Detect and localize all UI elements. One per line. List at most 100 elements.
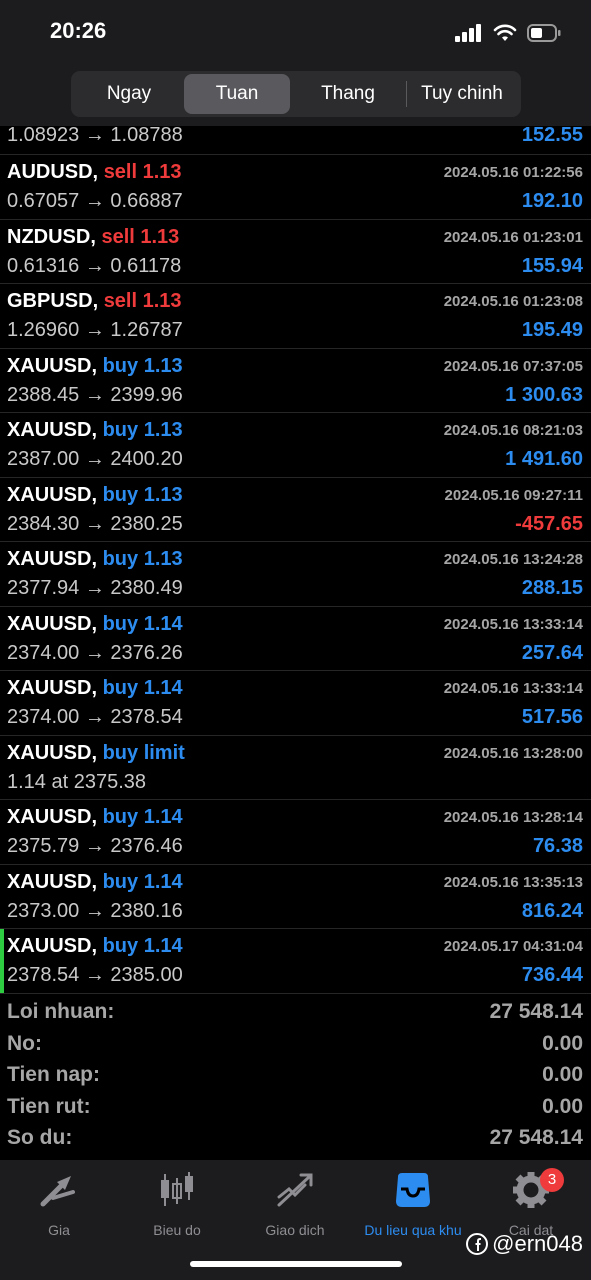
history-row[interactable]: AUDUSD, sell 1.13 2024.05.16 01:22:56 0.67… [0,155,591,220]
row-side: buy limit [103,742,185,764]
history-row[interactable]: XAUUSD, buy 1.13 2024.05.16 13:24:28 2377.… [0,542,591,607]
tab-history[interactable]: Du lieu qua khu [354,1170,472,1238]
row-prices: 2388.45 → 2399.96 [7,383,183,406]
row-time: 2024.05.17 04:31:04 [443,938,583,955]
row-profit: 192.10 [521,190,583,212]
row-prices: 2384.30 → 2380.25 [7,512,183,535]
summary-row: Loi nhuan: 27 548.14 [0,996,591,1028]
history-row[interactable]: XAUUSD, buy 1.13 2024.05.16 07:37:05 2388.… [0,349,591,413]
tab-label: Gia [48,1222,70,1238]
row-prices: 0.61316 → 0.61178 [7,254,182,277]
summary-label: Loi nhuan: [7,1000,115,1023]
row-profit: 1 300.63 [505,383,583,406]
summary-row: Tien rut: 0.00 [0,1091,591,1123]
row-side: buy 1.13 [103,419,183,441]
row-side: buy 1.14 [103,613,183,635]
tab-label: Du lieu qua khu [364,1222,462,1238]
row-title: AUDUSD, sell 1.13 [7,161,182,184]
row-symbol: XAUUSD, [7,483,98,506]
row-side-type: buy [102,677,139,699]
row-symbol: XAUUSD, [7,741,98,764]
history-row[interactable]: XAUUSD, buy 1.14 2024.05.16 13:33:14 2374.… [0,671,591,736]
row-symbol: XAUUSD, [7,354,98,377]
row-side-type: buy [102,419,139,441]
history-row[interactable]: XAUUSD, buy 1.13 2024.05.16 09:27:11 2384.… [0,478,591,542]
selection-marker [0,929,4,993]
period-tab-month[interactable]: Thang [290,74,406,114]
battery-icon [527,24,561,42]
row-volume: 1.14 [143,612,183,635]
history-row[interactable]: XAUUSD, buy 1.14 2024.05.17 04:31:04 2378.… [0,929,591,994]
row-side: sell 1.13 [104,161,182,183]
watermark-text: @ern048 [492,1231,583,1256]
row-profit: 1 491.60 [505,448,583,470]
tab-chart[interactable]: Bieu do [118,1170,236,1238]
row-symbol: XAUUSD, [7,806,98,828]
row-profit: 736.44 [521,964,583,986]
period-tab-week[interactable]: Tuan [184,74,290,114]
history-row[interactable]: GBPUSD, sell 1.13 2024.05.16 01:23:08 1.26… [0,284,591,349]
tab-settings[interactable]: 3 Cai dat [472,1168,590,1238]
history-row[interactable]: XAUUSD, buy 1.14 2024.05.16 13:35:13 2373.… [0,865,591,929]
row-side: buy 1.14 [103,806,183,828]
row-side: sell 1.13 [104,290,182,312]
notification-badge: 3 [540,1168,564,1192]
summary-value: 0.00 [542,1031,583,1055]
row-side: buy 1.14 [103,871,183,893]
row-symbol: XAUUSD, [7,935,98,957]
row-symbol: XAUUSD, [7,677,98,699]
row-side-type: buy [102,354,139,377]
row-volume: 1.14 [143,806,183,828]
row-symbol: XAUUSD, [7,548,98,570]
quotes-icon [40,1176,75,1207]
row-profit: 257.64 [521,641,583,664]
tab-label: Bieu do [153,1222,201,1238]
row-symbol: NZDUSD, [7,225,96,248]
row-title: NZDUSD, sell 1.13 [7,226,179,249]
row-volume: 1.14 [143,935,183,957]
row-profit: 76.38 [532,835,583,857]
row-volume: 1.13 [143,419,183,441]
row-prices: 2377.94 → 2380.49 [7,577,183,599]
history-icon [396,1173,430,1207]
row-side-type: buy limit [102,741,185,764]
row-side-type: sell [103,161,138,183]
summary-value: 0.00 [542,1094,583,1118]
row-symbol: AUDUSD, [7,161,99,183]
history-row[interactable]: NZDUSD, sell 1.13 2024.05.16 01:23:01 0.61… [0,220,591,284]
row-side-type: buy [102,483,139,506]
row-title: XAUUSD, buy 1.14 [7,806,183,829]
row-volume: 1.13 [142,161,182,183]
row-title: XAUUSD, buy limit [7,742,185,765]
row-time: 2024.05.16 13:28:14 [443,809,583,826]
row-side-type: buy [102,612,139,635]
summary-label: So du: [7,1126,73,1149]
row-title: XAUUSD, buy 1.14 [7,613,183,636]
period-tab-custom[interactable]: Tuy chinh [407,74,517,114]
history-row[interactable]: XAUUSD, buy 1.13 2024.05.16 08:21:03 2387.… [0,413,591,478]
row-side-type: sell [103,290,138,312]
history-row[interactable]: XAUUSD, buy 1.14 2024.05.16 13:28:14 2375.… [0,800,591,865]
row-side: sell 1.13 [101,226,179,248]
row-side-type: buy [102,548,139,570]
trade-icon [277,1173,313,1207]
row-time: 2024.05.16 07:37:05 [443,357,583,375]
row-volume: 1.14 [143,677,183,699]
row-symbol: XAUUSD, [7,870,98,893]
row-title: XAUUSD, buy 1.13 [7,355,183,378]
history-row-partial[interactable]: 1.08923 → 1.08788 152.55 [0,120,591,155]
tab-trade[interactable]: Giao dich [236,1170,354,1238]
signal-icon [455,24,481,42]
history-row[interactable]: XAUUSD, buy limit 2024.05.16 13:28:00 1.14… [0,736,591,800]
tab-quotes[interactable]: Gia [0,1170,118,1238]
row-time: 2024.05.16 13:35:13 [443,873,583,891]
history-row[interactable]: XAUUSD, buy 1.14 2024.05.16 13:33:14 2374.… [0,607,591,671]
summary-row: Tien nap: 0.00 [0,1059,591,1091]
row-volume: 1.13 [140,225,180,248]
period-tab-day[interactable]: Ngay [74,74,184,114]
row-profit: 816.24 [521,899,583,922]
row-side: buy 1.13 [103,355,183,377]
row-side: buy 1.13 [103,484,183,506]
row-prices: 2374.00 → 2376.26 [7,641,183,664]
row-prices: 2375.79 → 2376.46 [7,835,183,857]
